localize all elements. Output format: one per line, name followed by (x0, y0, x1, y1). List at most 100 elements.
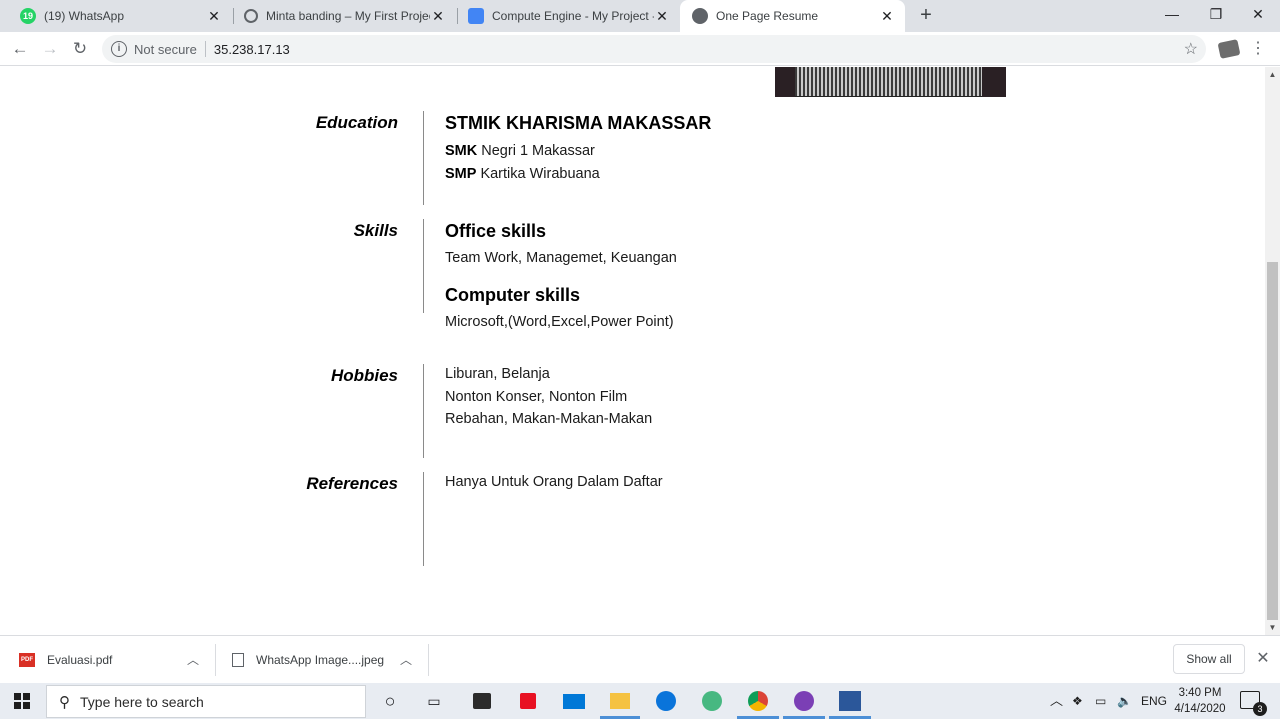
education-section: Education STMIK KHARISMA MAKASSAR SMK Ne… (0, 111, 1265, 205)
chevron-up-icon[interactable]: ︿ (187, 651, 199, 668)
education-line: SMK Negri 1 Makassar (445, 140, 711, 163)
chrome-icon[interactable] (746, 689, 770, 713)
hobbies-section: Hobbies Liburan, Belanja Nonton Konser, … (0, 364, 1265, 458)
battery-icon[interactable]: ▭ (1095, 683, 1106, 719)
store-icon[interactable] (470, 689, 494, 713)
bookmark-star-icon[interactable]: ☆ (1184, 39, 1198, 59)
gift-icon[interactable] (516, 689, 540, 713)
forward-icon[interactable]: → (39, 38, 61, 60)
compute-engine-icon (468, 8, 484, 24)
section-body: Office skills Team Work, Managemet, Keua… (445, 219, 677, 333)
close-icon[interactable]: ✕ (879, 8, 895, 25)
minimize-icon[interactable]: — (1150, 0, 1194, 30)
close-icon[interactable]: ✕ (654, 8, 670, 25)
back-icon[interactable]: ← (9, 38, 31, 60)
tab-minta-banding[interactable]: Minta banding – My First Project ✕ (232, 0, 456, 32)
section-divider (423, 219, 424, 313)
school-name: Negri 1 Makassar (477, 143, 595, 159)
download-filename: WhatsApp Image....jpeg (256, 652, 385, 667)
url-text[interactable]: 35.238.17.13 (214, 42, 290, 57)
hobby-line: Rebahan, Makan-Makan-Makan (445, 411, 653, 427)
dropbox-icon[interactable]: ❖ (1072, 683, 1083, 719)
close-icon[interactable]: ✕ (430, 8, 446, 25)
skill-group-heading: Office skills (445, 221, 547, 241)
tab-compute-engine[interactable]: Compute Engine - My Project - G ✕ (456, 0, 680, 32)
hobby-line: Nonton Konser, Nonton Film (445, 388, 628, 405)
restore-icon[interactable]: ❐ (1194, 0, 1238, 30)
more-menu-icon[interactable]: ⋮ (1250, 38, 1266, 60)
education-level: SMK (445, 143, 478, 159)
skill-group-heading: Computer skills (445, 284, 581, 305)
profile-photo (775, 67, 1006, 97)
chevron-up-icon[interactable]: ︿ (1050, 683, 1063, 719)
word-icon[interactable] (838, 689, 862, 713)
messenger-icon[interactable] (792, 689, 816, 713)
section-body: Liburan, Belanja Nonton Konser, Nonton F… (445, 363, 652, 431)
reference-line: Hanya Untuk Orang Dalam Daftar (445, 474, 663, 490)
skills-section: Skills Office skills Team Work, Manageme… (0, 219, 1265, 330)
windows-taskbar: ⚲ Type here to search ○ ▭ ︿ ❖ ▭ 🔈 ENG 3:… (0, 683, 1280, 719)
skill-group-text: Team Work, Managemet, Keuangan (445, 250, 677, 266)
info-icon[interactable]: i (111, 41, 127, 57)
security-label[interactable]: Not secure (134, 42, 197, 57)
section-label: Skills (353, 221, 398, 240)
search-placeholder: Type here to search (80, 693, 204, 710)
clock-date: 4/14/2020 (1174, 703, 1226, 715)
tab-title: (19) WhatsApp (44, 9, 125, 23)
tab-whatsapp[interactable]: 19 (19) WhatsApp ✕ (8, 0, 232, 32)
cortana-icon[interactable]: ○ (378, 689, 402, 713)
download-divider (215, 644, 216, 676)
tab-title: Minta banding – My First Project (266, 9, 430, 23)
task-view-icon[interactable]: ▭ (422, 689, 446, 713)
section-label: Hobbies (330, 366, 398, 385)
extension-icon[interactable] (1217, 39, 1241, 59)
gear-icon (244, 9, 258, 23)
mail-icon[interactable] (562, 689, 586, 713)
reload-icon[interactable]: ↻ (69, 38, 91, 60)
section-divider (423, 364, 424, 458)
download-item-whatsapp-image[interactable]: WhatsApp Image....jpeg (232, 636, 422, 683)
windows-start-icon[interactable] (14, 693, 30, 709)
address-bar[interactable]: i Not secure 35.238.17.13 ☆ (102, 35, 1206, 63)
skill-group-text: Microsoft,(Word,Excel,Power Point) (445, 313, 674, 330)
browser-toolbar: ← → ↻ i Not secure 35.238.17.13 ☆ ⋮ (0, 32, 1280, 66)
taskbar-clock[interactable]: 3:40 PM 4/14/2020 (1166, 685, 1234, 717)
image-file-icon (232, 652, 244, 667)
language-indicator[interactable]: ENG (1141, 683, 1167, 719)
close-icon[interactable]: ✕ (206, 8, 222, 25)
page-scrollbar[interactable]: ▲ ▼ (1265, 67, 1280, 635)
school-heading: STMIK KHARISMA MAKASSAR (445, 113, 712, 133)
tab-strip: 19 (19) WhatsApp ✕ Minta banding – My Fi… (0, 0, 1280, 32)
chevron-up-icon[interactable]: ︿ (400, 651, 412, 668)
education-level: SMP (445, 165, 477, 182)
section-body: Hanya Untuk Orang Dalam Daftar (445, 471, 663, 494)
section-divider (423, 111, 424, 205)
globe-icon (692, 8, 708, 24)
search-icon: ⚲ (59, 693, 70, 711)
notification-center-icon[interactable]: 3 (1240, 691, 1267, 716)
scroll-up-icon[interactable]: ▲ (1265, 67, 1280, 82)
section-divider (423, 472, 424, 566)
education-line: SMP Kartika Wirabuana (445, 163, 711, 186)
show-all-button[interactable]: Show all (1173, 644, 1245, 674)
close-icon[interactable]: ✕ (1254, 648, 1272, 670)
edge-icon[interactable] (654, 689, 678, 713)
taskbar-search-box[interactable]: ⚲ Type here to search (46, 685, 366, 718)
window-close-icon[interactable]: ✕ (1236, 0, 1280, 30)
downloads-bar: PDF Evaluasi.pdf ︿ WhatsApp Image....jpe… (0, 635, 1280, 683)
volume-icon[interactable]: 🔈 (1117, 683, 1132, 719)
section-label: Education (315, 113, 398, 132)
atom-icon[interactable] (700, 689, 724, 713)
page-viewport: Education STMIK KHARISMA MAKASSAR SMK Ne… (0, 67, 1265, 635)
scrollbar-thumb[interactable] (1267, 262, 1278, 620)
clock-time: 3:40 PM (1178, 687, 1222, 699)
notification-count: 3 (1253, 702, 1267, 716)
new-tab-button[interactable]: + (914, 4, 938, 28)
scroll-down-icon[interactable]: ▼ (1265, 620, 1280, 635)
download-filename: Evaluasi.pdf (47, 652, 113, 667)
pdf-icon: PDF (19, 652, 35, 667)
file-explorer-icon[interactable] (608, 689, 632, 713)
tab-one-page-resume[interactable]: One Page Resume ✕ (680, 0, 905, 32)
whatsapp-icon: 19 (20, 8, 36, 24)
download-item-evaluasi[interactable]: PDF Evaluasi.pdf (19, 636, 209, 683)
